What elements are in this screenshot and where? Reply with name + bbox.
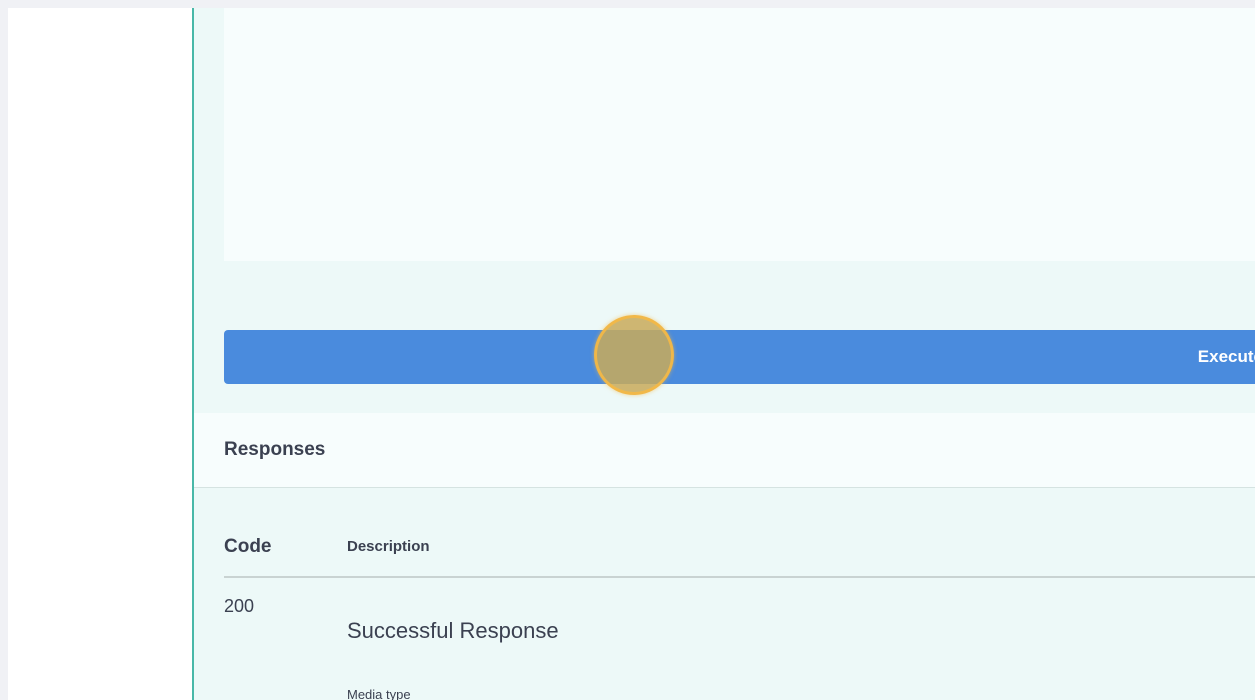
execute-button-label: Execute: [1197, 347, 1255, 366]
responses-table-header: Code Description: [224, 530, 1255, 578]
column-header-code: Code: [224, 536, 272, 557]
request-body-textarea[interactable]: [224, 8, 1255, 261]
response-description: Successful Response: [347, 618, 559, 643]
responses-title: Responses: [224, 439, 326, 460]
table-row: 200 Successful Response Media type: [224, 578, 1255, 700]
media-type-label: Media type: [347, 687, 411, 700]
responses-header: Responses: [194, 413, 1255, 488]
left-gutter: [8, 8, 192, 700]
column-header-description: Description: [347, 538, 430, 555]
page: Execute Responses Code Description 200 S…: [0, 0, 1255, 700]
execute-button[interactable]: Execute: [224, 330, 1255, 384]
response-code: 200: [224, 596, 255, 616]
execute-wrapper: Execute: [224, 330, 1255, 384]
click-indicator: [594, 315, 674, 395]
